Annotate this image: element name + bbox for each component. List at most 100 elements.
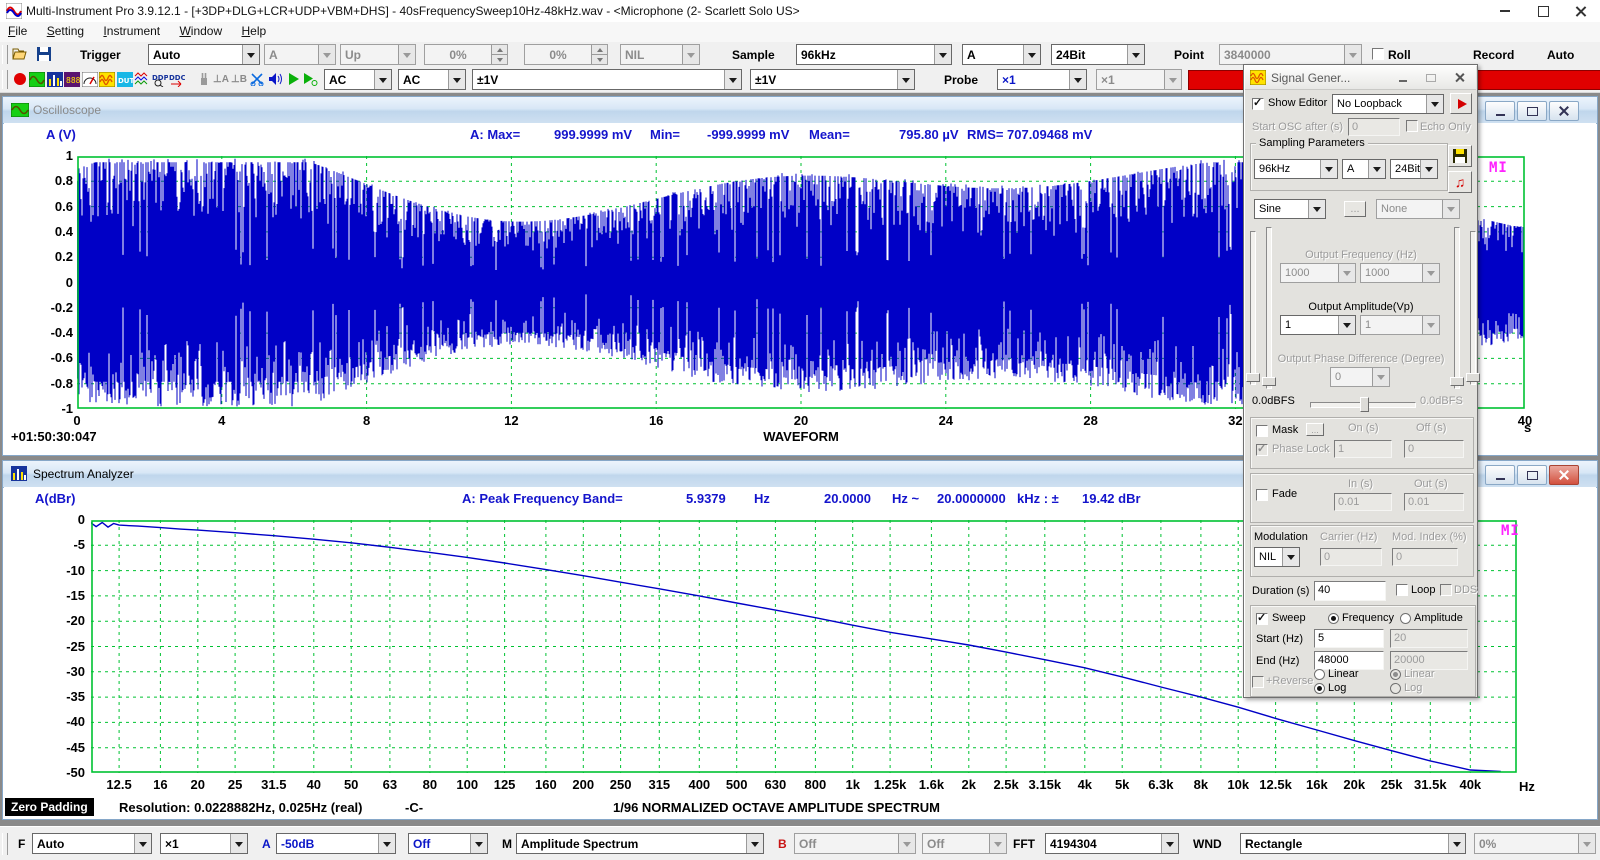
spectrum-analyzer-icon[interactable] xyxy=(47,70,63,88)
record-icon[interactable] xyxy=(12,70,28,88)
chevron-down-icon[interactable] xyxy=(1023,45,1040,64)
scale-a-linear-radio[interactable] xyxy=(1314,669,1325,680)
chevron-down-icon[interactable] xyxy=(746,834,763,853)
sg-titlebar[interactable]: Signal Gener... xyxy=(1245,66,1476,90)
chevron-down-icon[interactable] xyxy=(318,45,335,64)
scale-a-log-radio[interactable] xyxy=(1314,683,1325,694)
probe-a-combo[interactable]: ×1 xyxy=(997,69,1087,90)
chevron-down-icon[interactable] xyxy=(1308,200,1325,218)
ddp-viewer-icon[interactable]: DDP xyxy=(152,70,168,88)
level-slider-b-inner[interactable] xyxy=(1454,227,1460,389)
scope-restore-button[interactable] xyxy=(1517,101,1547,121)
wnd-type-combo[interactable]: Rectangle xyxy=(1240,833,1466,854)
chevron-down-icon[interactable] xyxy=(378,834,395,853)
play-icon[interactable] xyxy=(285,70,301,88)
spin-down-icon[interactable] xyxy=(492,55,507,64)
a-range-combo[interactable]: -50dB xyxy=(276,833,396,854)
sample-bits-combo[interactable]: 24Bit xyxy=(1051,44,1145,65)
slider-thumb[interactable] xyxy=(1360,397,1369,412)
point-count-combo[interactable]: 3840000 xyxy=(1219,44,1362,65)
sg-close-button[interactable] xyxy=(1449,70,1469,85)
sg-bits-combo[interactable]: 24Bit xyxy=(1390,159,1438,179)
range-a-combo[interactable]: ±1V xyxy=(472,69,742,90)
trigger-edge-combo[interactable]: Up xyxy=(340,44,416,65)
fft-size-combo[interactable]: 4194304 xyxy=(1045,833,1179,854)
roll-checkbox[interactable] xyxy=(1372,48,1384,60)
multimeter-icon[interactable]: 888 xyxy=(64,70,80,88)
loopback-combo[interactable]: No Loopback xyxy=(1332,94,1444,114)
spin-up-icon[interactable] xyxy=(492,45,507,55)
scope-close-button[interactable] xyxy=(1549,101,1579,121)
maximize-button[interactable] xyxy=(1524,0,1562,22)
menu-setting[interactable]: Setting xyxy=(39,22,92,40)
sg-channel-combo[interactable]: A xyxy=(1342,159,1386,179)
chevron-down-icon[interactable] xyxy=(934,45,951,64)
freq-mult-combo[interactable]: ×1 xyxy=(160,833,248,854)
duration-field[interactable]: 40 xyxy=(1314,581,1386,601)
menu-window[interactable]: Window xyxy=(171,22,230,40)
spectrum-3d-plot-icon[interactable] xyxy=(82,70,98,88)
freq-axis-combo[interactable]: Auto xyxy=(32,833,152,854)
trigger-mode-combo[interactable]: Auto xyxy=(148,44,260,65)
speaker-icon[interactable] xyxy=(267,70,283,88)
menu-instrument[interactable]: Instrument xyxy=(95,22,168,40)
sample-rate-combo[interactable]: 96kHz xyxy=(796,44,952,65)
chevron-down-icon[interactable] xyxy=(398,45,415,64)
chevron-down-icon[interactable] xyxy=(1338,316,1355,334)
ddc-icon[interactable]: DDC xyxy=(169,70,185,88)
amp-a-combo[interactable]: 1 xyxy=(1280,315,1356,335)
device-test-plan-icon[interactable]: DUT xyxy=(117,70,133,88)
trigger-hpf-combo[interactable]: NIL xyxy=(620,44,700,65)
minimize-button[interactable] xyxy=(1486,0,1524,22)
chevron-down-icon[interactable] xyxy=(230,834,247,853)
chevron-down-icon[interactable] xyxy=(1448,834,1465,853)
chevron-down-icon[interactable] xyxy=(1578,834,1595,853)
sample-channel-combo[interactable]: A xyxy=(962,44,1041,65)
fade-checkbox[interactable] xyxy=(1256,489,1268,501)
modulation-combo[interactable]: NIL xyxy=(1254,547,1300,567)
start-osc-field[interactable]: 0 xyxy=(1348,118,1400,136)
sg-minimize-button[interactable] xyxy=(1393,70,1413,85)
slider-thumb[interactable] xyxy=(1262,377,1276,386)
save-file-icon[interactable] xyxy=(36,45,52,63)
oscilloscope-icon[interactable] xyxy=(29,70,45,88)
sweep-checkbox[interactable] xyxy=(1256,613,1268,625)
spectrum-restore-button[interactable] xyxy=(1517,465,1547,485)
spectrum-minimize-button[interactable] xyxy=(1485,465,1515,485)
open-file-icon[interactable] xyxy=(12,45,28,63)
a-mode-combo[interactable]: Off xyxy=(408,833,488,854)
range-b-combo[interactable]: ±1V xyxy=(750,69,915,90)
spin-up-icon[interactable] xyxy=(592,45,607,55)
chevron-down-icon[interactable] xyxy=(1069,70,1086,89)
sg-save-button[interactable] xyxy=(1448,145,1472,167)
chevron-down-icon[interactable] xyxy=(682,45,699,64)
slider-thumb[interactable] xyxy=(1450,377,1464,386)
chevron-down-icon[interactable] xyxy=(1127,45,1144,64)
coupling-b-combo[interactable]: AC xyxy=(398,69,466,90)
trigger-level-spinner[interactable]: 0% xyxy=(424,44,508,65)
spectrum-mode-combo[interactable]: Amplitude Spectrum xyxy=(516,833,764,854)
toolbar-grip[interactable] xyxy=(2,70,8,89)
menu-help[interactable]: Help xyxy=(234,22,275,40)
sweep-frequency-radio[interactable] xyxy=(1328,613,1339,624)
menu-file[interactable]: File xyxy=(0,22,35,40)
close-button[interactable] xyxy=(1562,0,1600,22)
probe-b-combo[interactable]: ×1 xyxy=(1096,69,1182,90)
chevron-down-icon[interactable] xyxy=(1164,70,1181,89)
signal-generator-icon[interactable] xyxy=(99,70,115,88)
slider-thumb[interactable] xyxy=(1246,373,1260,382)
sg-play-button[interactable] xyxy=(1450,93,1472,114)
statusbar-grip[interactable] xyxy=(2,833,8,855)
chevron-down-icon[interactable] xyxy=(1161,834,1178,853)
chevron-down-icon[interactable] xyxy=(897,70,914,89)
mask-checkbox[interactable] xyxy=(1256,425,1268,437)
calibration-icon[interactable] xyxy=(249,70,265,88)
slider-thumb[interactable] xyxy=(1466,373,1480,382)
toolbar-grip[interactable] xyxy=(2,45,8,64)
chevron-down-icon[interactable] xyxy=(470,834,487,853)
level-slider-a-outer[interactable] xyxy=(1250,231,1256,385)
sg-sample-rate-combo[interactable]: 96kHz xyxy=(1254,159,1338,179)
scope-minimize-button[interactable] xyxy=(1485,101,1515,121)
waveform-combo[interactable]: Sine xyxy=(1254,199,1326,219)
derived-data-curve-icon[interactable] xyxy=(134,70,150,88)
